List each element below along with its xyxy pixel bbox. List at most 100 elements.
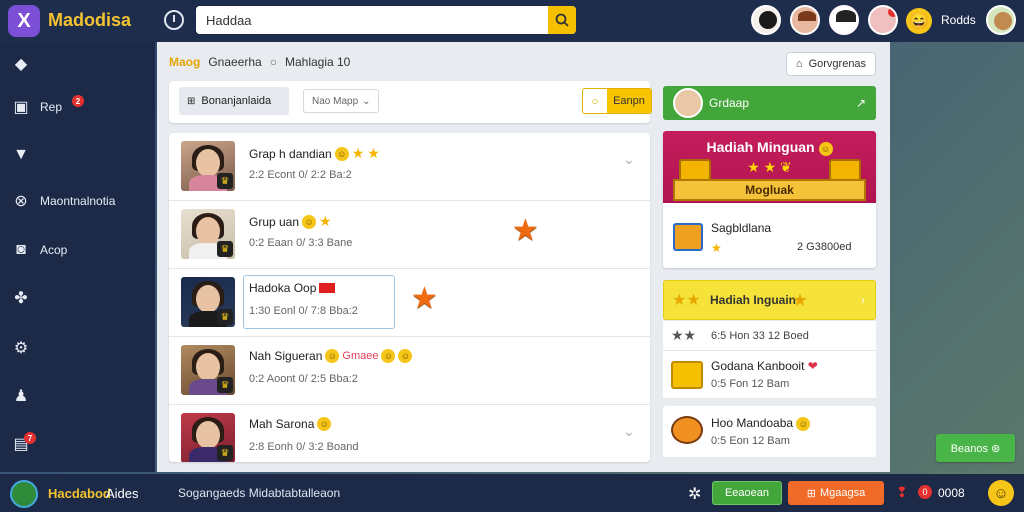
reward-title: Hadiah Minguan ☺ — [663, 139, 876, 156]
top-user-label[interactable]: Rodds — [941, 13, 976, 27]
player-meta: 1:30 Eonl 0/ 7:8 Bba:2 — [249, 305, 358, 317]
sidebar-item-label: Rep — [40, 100, 63, 114]
search-icon — [555, 13, 569, 27]
friend-avatar-3[interactable] — [829, 5, 859, 35]
weekly-row-text: 6:5 Hon 33 12 Boed — [711, 330, 809, 342]
breadcrumb-item-2[interactable]: Gnaeerha — [208, 55, 261, 69]
weekly-row[interactable]: ★★ 6:5 Hon 33 12 Boed — [663, 321, 876, 351]
clock-icon[interactable] — [164, 10, 184, 30]
user-icon: ♟ — [13, 388, 29, 405]
weekly-row[interactable]: Godana Kanbooit ❤ 0:5 Fon 12 Bam — [663, 351, 876, 399]
mascot-icon — [671, 416, 703, 444]
floating-action-button[interactable]: Beanos ⊛ — [936, 434, 1015, 462]
emoji-icon[interactable]: 😄 — [906, 8, 932, 34]
user-avatar[interactable] — [986, 5, 1016, 35]
alert-icon[interactable]: ❢ — [896, 484, 908, 501]
reward-item-amount: 2 G3800ed — [797, 241, 852, 253]
smile-icon: ☺ — [325, 349, 340, 363]
smile-icon: ☺ — [302, 214, 317, 229]
app-title: Madodisa — [48, 10, 132, 30]
game-icon: ♛ — [217, 241, 233, 257]
sidebar-item-maontnalnotia[interactable]: ⊗ Maontnalnotia — [0, 181, 155, 221]
reward-item[interactable]: Sagbldlana ★ 2 G3800ed — [663, 211, 876, 267]
star-icon: ★ — [711, 241, 722, 255]
game-icon: ♛ — [217, 309, 233, 325]
list-item[interactable]: ♛ Mah Sarona ☺ 2:8 Eonh 0/ 3:2 Boand ⌄ — [169, 405, 650, 462]
search-button[interactable] — [548, 6, 576, 34]
sidebar-item-wifi[interactable]: ▼ — [0, 135, 155, 175]
notification-dot: 0 — [918, 485, 932, 499]
flag-icon — [319, 283, 336, 293]
gear-icon[interactable]: ✲ — [688, 484, 701, 504]
player-meta: 2:2 Econt 0/ 2:2 Ba:2 — [249, 169, 352, 181]
star-icon: ★ — [512, 214, 539, 247]
reward-header: Hadiah Minguan ☺ ★ ★ ❦ Mogluak — [663, 131, 876, 203]
emoji-icon[interactable]: ☺ — [988, 480, 1014, 506]
weekly-row[interactable]: Hoo Mandoaba ☺ 0:5 Eon 12 Bam — [663, 406, 876, 458]
coin-icon: ○ — [591, 94, 599, 108]
star-icon: ★ — [367, 145, 380, 161]
game-icon: ♛ — [217, 173, 233, 189]
primary-action-button[interactable]: ○ Eanpn — [582, 88, 652, 114]
top-bar: X Madodisa 😄 Rodds — [0, 0, 1024, 42]
chevron-down-icon: ⌄ — [362, 95, 371, 107]
chevron-down-icon[interactable]: ⌄ — [623, 423, 635, 440]
sidebar-item-chat[interactable]: ▤ 7 — [0, 424, 155, 464]
notification-count: 0008 — [938, 486, 965, 500]
reward-ribbon: Mogluak — [673, 179, 866, 201]
friend-avatar-2[interactable] — [790, 5, 820, 35]
star-icon: ★ — [792, 289, 809, 310]
sidebar-item-label: Acop — [40, 243, 68, 257]
toolbar: ⊞ Bonanjanlaida Nao Mapp ⌄ ○ Eanpn — [169, 81, 652, 123]
breadcrumb-item-3[interactable]: Mahlagia 10 — [285, 55, 350, 69]
group-button[interactable]: Grdaap ↗ — [663, 86, 876, 120]
smile-icon: ☺ — [796, 417, 811, 431]
breadcrumb-item-1[interactable]: Maog — [169, 55, 200, 69]
filter-label: Bonanjanlaida — [201, 95, 272, 107]
sidebar-item-settings[interactable]: ⚙ — [0, 328, 155, 368]
friend-avatar-1[interactable] — [751, 5, 781, 35]
sidebar-item-rep[interactable]: ▣ Rep 2 — [0, 87, 155, 127]
gear-icon: ⚙ — [13, 340, 29, 357]
player-photo: ♛ — [181, 209, 235, 259]
smile-icon: ☺ — [334, 146, 349, 161]
player-photo: ♛ — [181, 345, 235, 395]
weekly-row-title: Godana Kanbooit ❤ — [711, 359, 818, 373]
group-label: Grdaap — [709, 96, 750, 110]
player-name: Mah Sarona ☺ — [249, 417, 332, 431]
notification-badge: 7 — [24, 432, 36, 444]
grid-icon: ⊞ — [806, 487, 816, 500]
user-avatar[interactable] — [10, 480, 38, 508]
list-item[interactable]: ♛ Grap h dandian ☺ ★ ★ 2:2 Econt 0/ 2:2 Ba:… — [169, 133, 650, 201]
lock-icon: ⌂ — [795, 58, 803, 70]
green-button[interactable]: Eeaoean — [712, 481, 782, 505]
bike-icon: ✤ — [14, 290, 28, 307]
search-input[interactable] — [196, 6, 546, 34]
app-logo[interactable]: X — [8, 5, 40, 37]
sidebar-item-diamond[interactable]: ◆ — [0, 44, 155, 84]
star-icon: ★ — [351, 145, 365, 161]
sidebar-item-bike[interactable]: ✤ — [0, 278, 155, 318]
bottom-bar: Hacdabod Aides Sogangaeds Midabtabtallea… — [0, 474, 1024, 512]
filter-button[interactable]: ⊞ Bonanjanlaida — [179, 87, 289, 115]
smile-icon: ☺ — [818, 142, 833, 156]
chevron-down-icon[interactable]: ⌄ — [623, 151, 635, 168]
list-item[interactable]: ♛ Hadoka Oop 1:30 Eonl 0/ 7:8 Bba:2 ★ — [169, 269, 650, 337]
smile-icon: ☺ — [381, 349, 396, 363]
weekly-header[interactable]: ★★ Hadiah Inguain ★ › — [663, 280, 876, 320]
friend-avatar-4[interactable] — [868, 5, 898, 35]
list-item[interactable]: ♛ Nah Sigueran ☺ Gmaee ☺ ☺ 0:2 Aoont 0/ 2:5 … — [169, 337, 650, 405]
wifi-icon: ▼ — [13, 146, 29, 163]
orange-button[interactable]: ⊞ Mgaagsa — [788, 481, 884, 505]
top-action-button[interactable]: ⌂ Gorvgrenas — [786, 52, 876, 76]
player-photo: ♛ — [181, 141, 235, 191]
sidebar-item-user[interactable]: ♟ — [0, 376, 155, 416]
player-meta: 0:2 Aoont 0/ 2:5 Bba:2 — [249, 373, 358, 385]
sort-select[interactable]: Nao Mapp ⌄ — [303, 89, 379, 113]
weekly-title: Hadiah Inguain — [710, 293, 797, 307]
list-item[interactable]: ♛ Grup uan ☺ ★ 0:2 Eaan 0/ 3:3 Bane ★ — [169, 201, 650, 269]
star-icon: ★★ — [672, 292, 701, 309]
player-photo: ♛ — [181, 413, 235, 462]
gift-box-icon — [673, 223, 703, 251]
sidebar-item-acop[interactable]: ◙ Acop — [0, 230, 155, 270]
